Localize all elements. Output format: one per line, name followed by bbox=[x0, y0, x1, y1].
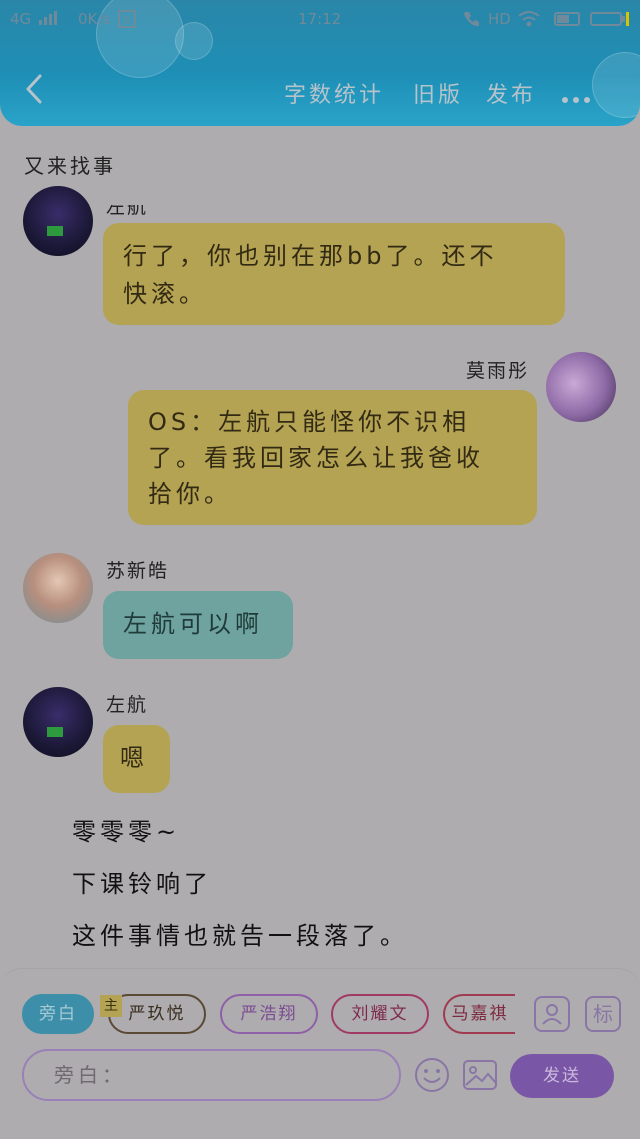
message-text: OS：左航只能怪你不识相 bbox=[148, 408, 471, 436]
narration-line: 这件事情也就告一段落了。 bbox=[72, 922, 408, 950]
main-role-badge: 主 bbox=[100, 995, 122, 1017]
back-arrow-icon[interactable] bbox=[22, 74, 44, 104]
word-count-button[interactable]: 字数统计 bbox=[284, 77, 384, 109]
message-bubble[interactable]: 嗯 bbox=[103, 725, 170, 793]
message-bubble[interactable]: 行了，你也别在那bb了。还不 快滚。 bbox=[103, 223, 565, 325]
role-chip[interactable]: 马嘉祺 bbox=[443, 994, 515, 1034]
speaker-name: 左航 bbox=[106, 694, 149, 716]
emoji-icon[interactable] bbox=[414, 1057, 450, 1093]
net-speed: 0K/s bbox=[78, 10, 111, 28]
speaker-name: 莫雨彤 bbox=[466, 360, 530, 382]
volte-indicator: HD bbox=[488, 10, 511, 28]
message-text: 拾你。 bbox=[148, 480, 232, 508]
person-icon[interactable] bbox=[534, 996, 570, 1032]
call-icon bbox=[462, 10, 480, 32]
svg-text:S: S bbox=[124, 14, 131, 27]
role-chip[interactable]: 刘耀文 bbox=[331, 994, 429, 1034]
speaker-name: 左航 bbox=[106, 196, 149, 218]
narration-line: 下课铃响了 bbox=[72, 870, 212, 898]
message-text: 快滚。 bbox=[123, 280, 207, 308]
battery-percent-icon bbox=[554, 10, 582, 32]
send-button[interactable]: 发送 bbox=[510, 1054, 614, 1098]
clock: 17:12 bbox=[298, 10, 342, 28]
network-indicator: 4G bbox=[10, 10, 32, 28]
status-bar: 4G 0K/s S 17:12 HD bbox=[0, 10, 640, 34]
tag-button[interactable]: 标 bbox=[585, 996, 621, 1032]
role-chip[interactable]: 严玖悦 bbox=[108, 994, 206, 1034]
avatar[interactable] bbox=[546, 352, 616, 422]
message-text: 左航可以啊 bbox=[123, 610, 263, 638]
chapter-title: 又来找事 bbox=[24, 154, 116, 178]
role-chip-narrator[interactable]: 旁白 bbox=[22, 994, 94, 1034]
more-icon[interactable] bbox=[562, 88, 595, 107]
narration-line: 零零零~ bbox=[72, 818, 181, 846]
publish-button[interactable]: 发布 bbox=[486, 77, 536, 109]
message-text: 了。看我回家怎么让我爸收 bbox=[148, 444, 484, 472]
image-icon[interactable] bbox=[462, 1057, 498, 1093]
top-header: 4G 0K/s S 17:12 HD 字数统计 旧版 发布 bbox=[0, 0, 640, 126]
speaker-name: 苏新皓 bbox=[106, 560, 170, 582]
wifi-icon bbox=[518, 10, 540, 32]
old-version-button[interactable]: 旧版 bbox=[413, 77, 463, 109]
message-text: 行了，你也别在那bb了。还不 bbox=[123, 242, 498, 270]
message-input[interactable]: 旁白： bbox=[22, 1049, 401, 1101]
avatar[interactable] bbox=[23, 186, 93, 256]
avatar[interactable] bbox=[23, 687, 93, 757]
signal-icon bbox=[38, 10, 58, 30]
avatar[interactable] bbox=[23, 553, 93, 623]
message-text: 嗯 bbox=[120, 744, 148, 772]
battery-icon bbox=[590, 10, 630, 32]
decor-bubble bbox=[592, 52, 640, 118]
message-bubble[interactable]: OS：左航只能怪你不识相 了。看我回家怎么让我爸收 拾你。 bbox=[128, 390, 537, 525]
role-chip[interactable]: 严浩翔 bbox=[220, 994, 318, 1034]
storage-icon: S bbox=[118, 10, 136, 32]
message-bubble[interactable]: 左航可以啊 bbox=[103, 591, 293, 659]
